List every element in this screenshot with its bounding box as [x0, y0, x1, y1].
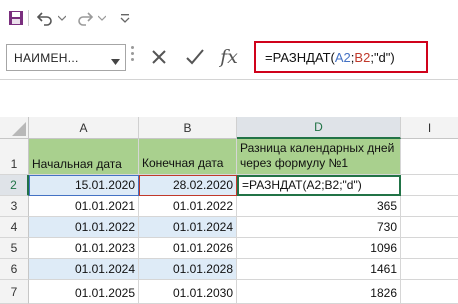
undo-dropdown-icon[interactable] [56, 8, 68, 28]
name-box-value: НАИМЕН... [14, 50, 79, 65]
quick-access-toolbar [0, 0, 458, 36]
empty-cell[interactable] [401, 217, 458, 238]
cell-d6[interactable]: 1461 [237, 259, 401, 280]
fx-icon: fx [220, 46, 238, 68]
cell-a5[interactable]: 01.01.2023 [29, 238, 139, 259]
cell-b5[interactable]: 01.01.2026 [139, 238, 237, 259]
formula-prefix: =РАЗНДАТ( [265, 49, 335, 65]
undo-icon[interactable] [34, 8, 56, 28]
formula-ref-1: A2 [334, 49, 351, 65]
row-header-7[interactable]: 7 [0, 280, 29, 304]
header-cell-end-date[interactable]: Конечная дата [139, 139, 237, 175]
cell-a3[interactable]: 01.01.2021 [29, 196, 139, 217]
row-header-2[interactable]: 2 [0, 175, 29, 196]
formula-suffix: ;"d") [370, 49, 395, 65]
cell-d3[interactable]: 365 [237, 196, 401, 217]
formula-bar: НАИМЕН... fx =РАЗНДАТ(A2; B2 ;"d") [0, 36, 458, 80]
grip-icon[interactable] [131, 46, 134, 70]
row-header-1[interactable]: 1 [0, 139, 29, 175]
cell-b3[interactable]: 01.01.2022 [139, 196, 237, 217]
cell-a7[interactable]: 01.01.2025 [29, 280, 139, 304]
cell-a4[interactable]: 01.01.2022 [29, 217, 139, 238]
empty-cell[interactable] [401, 280, 458, 304]
select-all-button[interactable] [0, 117, 29, 139]
insert-function-button[interactable]: fx [214, 42, 244, 72]
cell-a6[interactable]: 01.01.2024 [29, 259, 139, 280]
cell-d4[interactable]: 730 [237, 217, 401, 238]
confirm-icon[interactable] [180, 42, 210, 72]
empty-cell[interactable] [401, 259, 458, 280]
column-header-d[interactable]: D [237, 117, 401, 139]
cell-a2[interactable]: 15.01.2020 [29, 175, 139, 196]
empty-cell[interactable] [401, 139, 458, 175]
cell-d2-active[interactable]: =РАЗНДАТ(A2;B2;"d") [237, 175, 401, 196]
cancel-icon[interactable] [144, 42, 174, 72]
cell-d5[interactable]: 1096 [237, 238, 401, 259]
formula-input[interactable]: =РАЗНДАТ(A2; B2 ;"d") [254, 41, 428, 73]
redo-dropdown-icon[interactable] [96, 8, 108, 28]
formula-ref-2: B2 [354, 49, 371, 65]
redo-icon[interactable] [74, 8, 96, 28]
header-cell-start-date[interactable]: Начальная дата [29, 139, 139, 175]
worksheet-grid: A B C D E I 1 Начальная дата Конечная да… [0, 80, 458, 304]
cell-b6[interactable]: 01.01.2028 [139, 259, 237, 280]
row-header-4[interactable]: 4 [0, 217, 29, 238]
cell-b4[interactable]: 01.01.2024 [139, 217, 237, 238]
row-header-3[interactable]: 3 [0, 196, 29, 217]
empty-cell[interactable] [401, 196, 458, 217]
column-header-b[interactable]: B [139, 117, 237, 139]
customize-icon[interactable] [118, 8, 132, 28]
cell-b2[interactable]: 28.02.2020 [139, 175, 237, 196]
name-box[interactable]: НАИМЕН... [6, 44, 126, 71]
cell-d7[interactable]: 1826 [237, 280, 401, 304]
row-header-5[interactable]: 5 [0, 238, 29, 259]
chevron-down-icon[interactable] [111, 54, 120, 68]
column-header-i[interactable]: I [401, 117, 458, 139]
cell-b7[interactable]: 01.01.2030 [139, 280, 237, 304]
empty-cell[interactable] [401, 238, 458, 259]
column-header-a[interactable]: A [29, 117, 139, 139]
empty-cell[interactable] [401, 175, 458, 196]
header-cell-difference[interactable]: Разница календарных дней через формулу №… [237, 139, 401, 175]
row-header-6[interactable]: 6 [0, 259, 29, 280]
save-icon[interactable] [6, 8, 26, 28]
